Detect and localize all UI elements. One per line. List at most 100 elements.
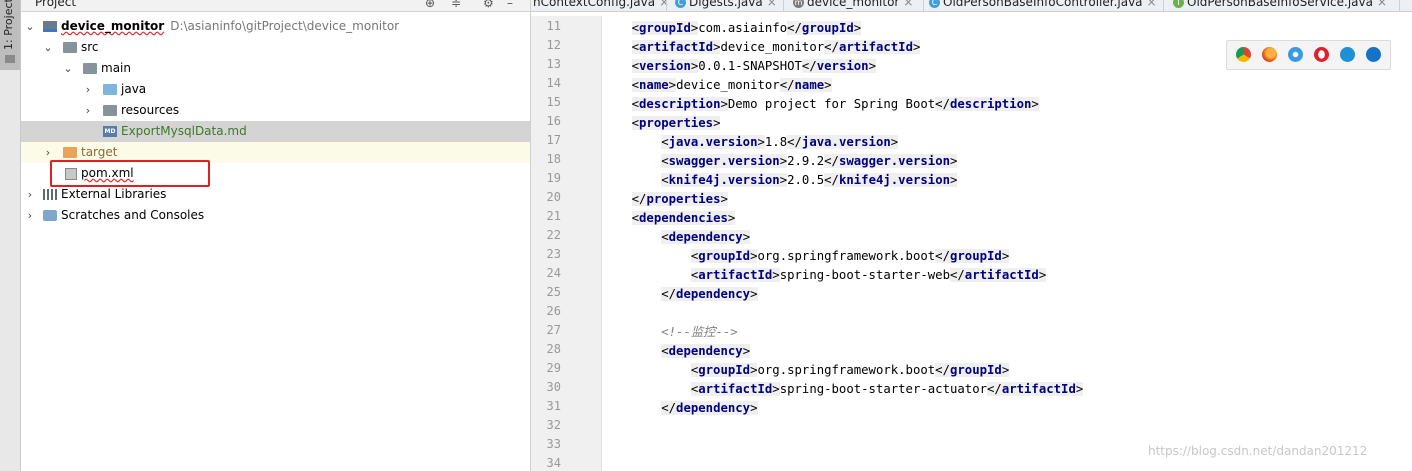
tree-item-src[interactable]: ⌄ src — [21, 37, 530, 58]
excluded-folder-icon — [63, 147, 77, 158]
chevron-right-icon[interactable]: › — [83, 79, 93, 100]
tag-name: swagger.version — [838, 154, 951, 168]
opening-tag: <description> — [631, 97, 728, 111]
tag-name: dependency — [676, 287, 751, 301]
edge-icon[interactable] — [1366, 47, 1381, 62]
closing-tag: </swagger.version> — [824, 154, 958, 168]
gear-icon[interactable]: ⚙ — [483, 0, 494, 10]
module-icon — [43, 21, 57, 32]
opening-tag: <groupId> — [631, 21, 699, 35]
chevron-down-icon[interactable]: ⌄ — [43, 37, 53, 58]
tree-item-main[interactable]: ⌄ main — [21, 58, 530, 79]
folder-icon — [83, 63, 97, 74]
close-icon[interactable]: × — [767, 0, 777, 9]
tag-name: name — [639, 78, 669, 92]
closing-tag: </knife4j.version> — [824, 173, 958, 187]
chevron-down-icon[interactable]: ⌄ — [63, 58, 73, 79]
tool-window-strip: 1: Project — [0, 0, 21, 471]
closing-tag: </dependency> — [661, 401, 758, 415]
tag-name: artifactId — [1001, 382, 1076, 396]
line-number: 11 — [546, 19, 561, 33]
tree-item-resources[interactable]: › resources — [21, 100, 530, 121]
tab-nContextConfig[interactable]: nContextConfig.java × — [533, 0, 669, 11]
tab-oldpersonbaseinfoservice[interactable]: I OldPersonBaseInfoService.java × — [1173, 0, 1387, 11]
code-line: <groupId>com.asiainfo</groupId> — [602, 19, 862, 38]
code-line: <version>0.0.1-SNAPSHOT</version> — [602, 57, 876, 76]
safari-icon[interactable] — [1288, 47, 1303, 62]
tag-name: groupId — [639, 21, 691, 35]
chevron-right-icon[interactable]: › — [25, 205, 35, 226]
closing-tag: </groupId> — [935, 363, 1010, 377]
code-line: <dependency> — [602, 228, 751, 247]
tag-name: dependencies — [639, 211, 728, 225]
closing-tag: </dependency> — [661, 287, 758, 301]
collapse-all-icon[interactable]: ≑ — [451, 0, 461, 10]
project-pane-title[interactable]: Project — [35, 0, 76, 9]
closing-tag: </properties> — [631, 192, 728, 206]
code-line: </dependency> — [602, 285, 758, 304]
maven-icon: m — [793, 0, 804, 8]
closing-tag: </groupId> — [787, 21, 862, 35]
firefox-icon[interactable] — [1262, 47, 1277, 62]
ie-icon[interactable] — [1340, 47, 1355, 62]
tag-text: 2.9.2 — [787, 154, 825, 168]
opening-tag: <properties> — [631, 116, 721, 130]
tree-item-label: Scratches and Consoles — [61, 208, 205, 222]
tag-text: spring-boot-starter-actuator — [779, 382, 987, 396]
line-number-gutter: 11 12 13 14 15 16 17 18 19 20 21 22 23 24 25 26 27 28 29 30… — [531, 16, 602, 471]
code-area[interactable]: <groupId>com.asiainfo</groupId> <artifac… — [602, 16, 1412, 471]
tree-item-label: ExportMysqlData.md — [121, 124, 247, 138]
line-number: 31 — [546, 399, 561, 413]
chevron-right-icon[interactable]: › — [83, 100, 93, 121]
opening-tag: <dependency> — [661, 344, 751, 358]
opera-icon[interactable] — [1314, 47, 1329, 62]
closing-tag: </artifactId> — [824, 40, 921, 54]
tab-label: OldPersonBaseInfoController.java — [943, 0, 1143, 9]
source-folder-icon — [103, 84, 117, 95]
tag-name: groupId — [698, 363, 751, 377]
folder-icon — [5, 55, 15, 63]
tag-text: Demo project for Spring Boot — [727, 97, 936, 111]
tag-name: artifactId — [698, 268, 773, 282]
tree-item-scratches[interactable]: › Scratches and Consoles — [21, 205, 530, 226]
close-icon[interactable]: × — [903, 0, 913, 9]
line-number: 32 — [546, 418, 561, 432]
hide-icon[interactable]: – — [507, 0, 513, 10]
tab-oldpersonbaseinfocontroller[interactable]: C OldPersonBaseInfoController.java × — [929, 0, 1157, 11]
tree-item-label: java — [121, 82, 147, 96]
opening-tag: <artifactId> — [690, 382, 780, 396]
folder-icon — [63, 42, 77, 53]
line-number: 27 — [546, 323, 561, 337]
line-number: 23 — [546, 247, 561, 261]
tab-label: OldPersonBaseInfoService.java — [1187, 0, 1373, 9]
line-number: 33 — [546, 437, 561, 451]
tab-digests[interactable]: C Digests.java × — [675, 0, 777, 11]
closing-tag: </groupId> — [935, 249, 1010, 263]
interface-icon: I — [1173, 0, 1184, 8]
tab-label: nContextConfig.java — [533, 0, 656, 9]
close-icon[interactable]: × — [1377, 0, 1387, 9]
code-line: <groupId>org.springframework.boot</group… — [602, 361, 1010, 380]
close-icon[interactable]: × — [1147, 0, 1157, 9]
line-number: 12 — [546, 38, 561, 52]
chrome-icon[interactable] — [1236, 47, 1251, 62]
project-pane-header: Project ⊕ ≑ ⚙ – — [21, 0, 530, 12]
tag-name: java.version — [668, 135, 758, 149]
line-number: 17 — [546, 133, 561, 147]
locate-icon[interactable]: ⊕ — [425, 0, 435, 10]
tag-name: groupId — [801, 21, 854, 35]
tab-device-monitor[interactable]: m device_monitor × — [793, 0, 913, 11]
watermark: https://blog.csdn.net/dandan201212 — [1148, 444, 1368, 458]
close-icon[interactable]: × — [659, 0, 669, 9]
tree-item-java[interactable]: › java — [21, 79, 530, 100]
tag-text: org.springframework.boot — [757, 249, 936, 263]
tree-item-label: src — [81, 40, 99, 54]
tree-item-device-monitor[interactable]: ⌄ device_monitor D:\asianinfo\gitProject\… — [21, 16, 530, 37]
tree-item-exportmysqldata[interactable]: MD ExportMysqlData.md — [21, 121, 530, 142]
opening-tag: <groupId> — [690, 249, 758, 263]
tree-item-external-libraries[interactable]: › External Libraries — [21, 184, 530, 205]
chevron-down-icon[interactable]: ⌄ — [25, 16, 35, 37]
chevron-right-icon[interactable]: › — [25, 184, 35, 205]
tag-name: dependency — [676, 401, 751, 415]
module-path: D:\asianinfo\gitProject\device_monitor — [170, 19, 400, 33]
